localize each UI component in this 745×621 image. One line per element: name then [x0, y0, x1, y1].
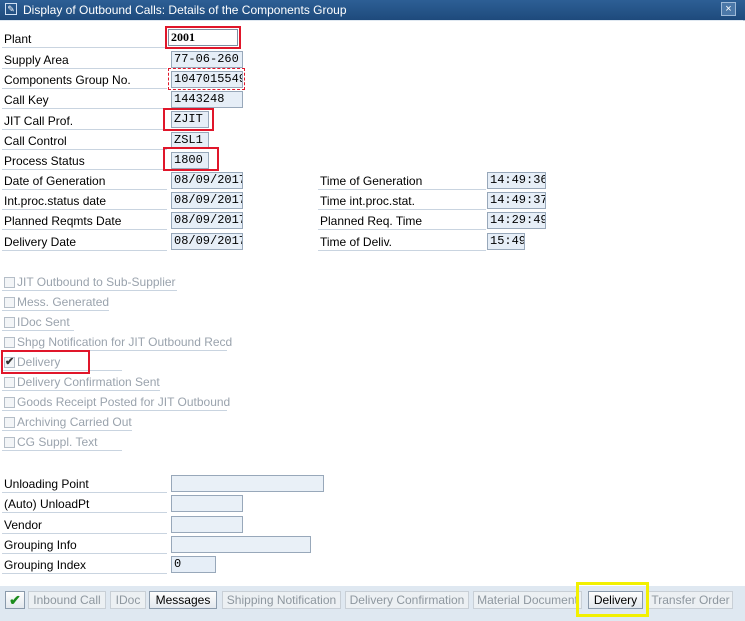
- divider: [318, 229, 486, 230]
- unloading-point-field[interactable]: [171, 475, 324, 492]
- date-of-generation-field[interactable]: 08/09/2017: [171, 172, 243, 189]
- goods-receipt-posted-checkbox[interactable]: [4, 397, 15, 408]
- call-key-field[interactable]: 1443248: [171, 91, 243, 108]
- planned-req-time-label: Planned Req. Time: [320, 214, 423, 228]
- divider: [318, 189, 486, 190]
- divider: [2, 512, 167, 513]
- divider: [318, 209, 486, 210]
- divider: [2, 68, 167, 69]
- ok-button[interactable]: ✔: [5, 591, 25, 609]
- divider: [2, 88, 167, 89]
- date-of-generation-label: Date of Generation: [4, 174, 106, 188]
- checkbox-label: Shpg Notification for JIT Outbound Recd: [17, 335, 233, 349]
- inbound-call-button[interactable]: Inbound Call: [28, 591, 106, 609]
- highlight-box: [168, 68, 245, 90]
- material-document-button[interactable]: Material Document: [473, 591, 582, 609]
- transfer-order-button[interactable]: Transfer Order: [648, 591, 733, 609]
- divider: [2, 108, 167, 109]
- edit-icon: ✎: [5, 3, 17, 15]
- messages-button[interactable]: Messages: [149, 591, 217, 609]
- call-control-label: Call Control: [4, 134, 67, 148]
- time-of-generation-field[interactable]: 14:49:36: [487, 172, 546, 189]
- idoc-button[interactable]: IDoc: [110, 591, 146, 609]
- divider: [2, 149, 167, 150]
- planned-reqmts-date-label: Planned Reqmts Date: [4, 214, 122, 228]
- window-title: Display of Outbound Calls: Details of th…: [23, 3, 347, 17]
- divider: [2, 410, 227, 411]
- components-group-no-label: Components Group No.: [4, 73, 131, 87]
- time-of-deliv-field[interactable]: 15:49: [487, 233, 525, 250]
- highlight-box: [1, 350, 90, 374]
- details-panel: Plant 2001 Supply Area 77-06-260 Compone…: [0, 21, 745, 586]
- checkbox-label: Mess. Generated: [17, 295, 110, 309]
- delivery-confirmation-button[interactable]: Delivery Confirmation: [345, 591, 469, 609]
- jit-outbound-sub-supplier-checkbox[interactable]: [4, 277, 15, 288]
- vendor-label: Vendor: [4, 518, 43, 532]
- vendor-field[interactable]: [171, 516, 243, 533]
- archiving-carried-out-checkbox[interactable]: [4, 417, 15, 428]
- shipping-notification-button[interactable]: Shipping Notification: [222, 591, 341, 609]
- planned-reqmts-date-field[interactable]: 08/09/2017: [171, 212, 243, 229]
- int-proc-status-date-label: Int.proc.status date: [4, 194, 107, 208]
- highlight-box: [165, 26, 241, 49]
- idoc-sent-checkbox[interactable]: [4, 317, 15, 328]
- divider: [2, 573, 167, 574]
- divider: [2, 169, 167, 170]
- divider: [2, 250, 167, 251]
- delivery-confirmation-sent-checkbox[interactable]: [4, 377, 15, 388]
- grouping-index-label: Grouping Index: [4, 558, 87, 572]
- divider: [2, 229, 167, 230]
- grouping-info-label: Grouping Info: [4, 538, 77, 552]
- call-key-label: Call Key: [4, 93, 49, 107]
- divider: [2, 390, 160, 391]
- divider: [2, 189, 167, 190]
- window-title-bar: ✎ Display of Outbound Calls: Details of …: [0, 0, 745, 20]
- unloading-point-label: Unloading Point: [4, 477, 89, 491]
- time-int-proc-stat-label: Time int.proc.stat.: [320, 194, 415, 208]
- checkbox-label: Archiving Carried Out: [17, 415, 132, 429]
- checkbox-label: JIT Outbound to Sub-Supplier: [17, 275, 176, 289]
- checkbox-label: IDoc Sent: [17, 315, 70, 329]
- time-of-deliv-label: Time of Deliv.: [320, 235, 393, 249]
- mess-generated-checkbox[interactable]: [4, 297, 15, 308]
- cg-suppl-text-checkbox[interactable]: [4, 437, 15, 448]
- divider: [2, 450, 122, 451]
- divider: [2, 310, 109, 311]
- auto-unloadpt-label: (Auto) UnloadPt: [4, 497, 90, 511]
- process-status-label: Process Status: [4, 154, 85, 168]
- supply-area-label: Supply Area: [4, 53, 69, 67]
- time-int-proc-stat-field[interactable]: 14:49:37: [487, 192, 546, 209]
- divider: [2, 430, 132, 431]
- checkbox-label: Delivery Confirmation Sent: [17, 375, 160, 389]
- highlight-box: [163, 108, 214, 131]
- checkbox-label: CG Suppl. Text: [17, 435, 98, 449]
- highlight-box: [163, 147, 219, 171]
- grouping-index-field[interactable]: 0: [171, 556, 216, 573]
- delivery-date-field[interactable]: 08/09/2017: [171, 233, 243, 250]
- supply-area-field[interactable]: 77-06-260: [171, 51, 243, 68]
- checkbox-label: Goods Receipt Posted for JIT Outbound: [17, 395, 231, 409]
- grouping-info-field[interactable]: [171, 536, 311, 553]
- delivery-date-label: Delivery Date: [4, 235, 77, 249]
- jit-call-prof-label: JIT Call Prof.: [4, 114, 74, 128]
- divider: [2, 492, 167, 493]
- divider: [318, 250, 486, 251]
- plant-label: Plant: [4, 32, 32, 46]
- divider: [2, 330, 74, 331]
- close-icon[interactable]: ×: [721, 2, 736, 16]
- divider: [2, 47, 167, 48]
- time-of-generation-label: Time of Generation: [320, 174, 423, 188]
- int-proc-status-date-field[interactable]: 08/09/2017: [171, 192, 243, 209]
- divider: [2, 533, 167, 534]
- divider: [2, 553, 167, 554]
- auto-unloadpt-field[interactable]: [171, 495, 243, 512]
- planned-req-time-field[interactable]: 14:29:49: [487, 212, 546, 229]
- divider: [2, 209, 167, 210]
- divider: [2, 290, 177, 291]
- divider: [2, 129, 167, 130]
- highlight-box: [576, 582, 649, 617]
- shpg-notification-checkbox[interactable]: [4, 337, 15, 348]
